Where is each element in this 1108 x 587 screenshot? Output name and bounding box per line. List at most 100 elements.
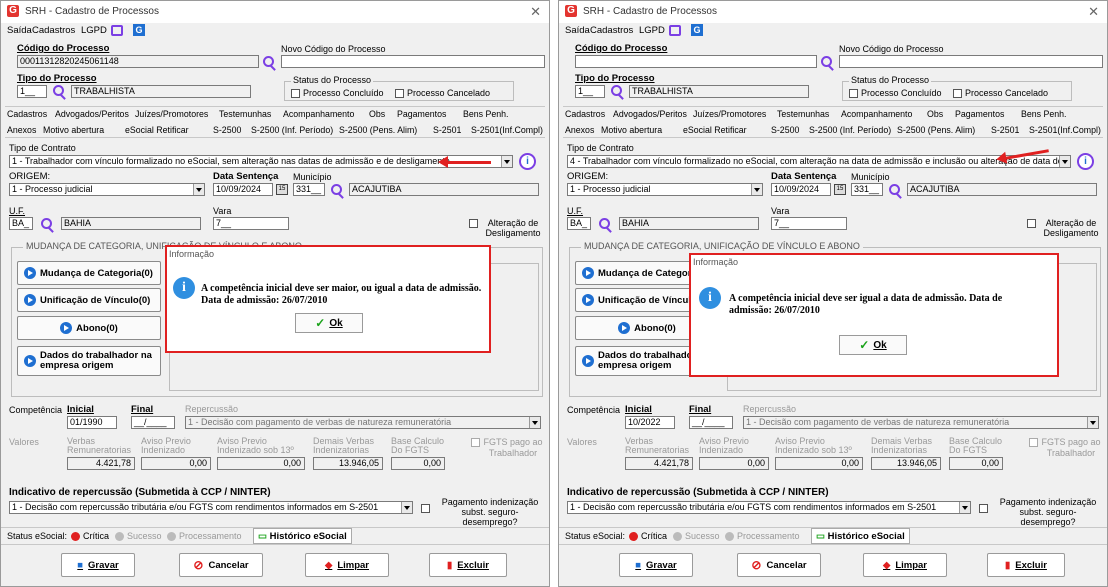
chevron-down-icon[interactable] xyxy=(193,184,204,195)
tab-esocial-retificar[interactable]: eSocial Retificar xyxy=(683,125,747,135)
menu-saida[interactable]: Saída xyxy=(565,25,590,36)
limpar-button[interactable]: ◆ Limpar xyxy=(305,553,389,577)
data-sentenca-field[interactable]: 10/09/2024 xyxy=(213,183,273,196)
origem-select[interactable]: 1 - Processo judicial xyxy=(9,183,205,196)
repercussao-select[interactable]: 1 - Decisão com pagamento de verbas de n… xyxy=(743,416,1099,429)
tab-s2501-compl[interactable]: S-2501(Inf.Compl) xyxy=(1029,125,1101,135)
alteracao-desligamento-checkbox[interactable] xyxy=(1027,219,1036,228)
tab-s2500-periodo[interactable]: S-2500 (Inf. Período) xyxy=(251,125,333,135)
processo-cancelado-checkbox[interactable] xyxy=(395,89,404,98)
tab-s2500[interactable]: S-2500 xyxy=(771,125,799,135)
tab-esocial-retificar[interactable]: eSocial Retificar xyxy=(125,125,189,135)
tab-juizes[interactable]: Juízes/Promotores xyxy=(135,109,208,119)
app-shortcut-icon[interactable]: G xyxy=(133,24,145,36)
tab-pagamentos[interactable]: Pagamentos xyxy=(397,109,446,119)
data-sentenca-field[interactable]: 10/09/2024 xyxy=(771,183,831,196)
cancelar-button[interactable]: ⊘ Cancelar xyxy=(179,553,263,577)
chevron-down-icon[interactable] xyxy=(1059,156,1070,167)
search-icon[interactable] xyxy=(263,56,274,67)
fgts-pago-checkbox[interactable] xyxy=(471,438,480,447)
tab-testemunhas[interactable]: Testemunhas xyxy=(219,109,271,119)
search-icon[interactable] xyxy=(53,85,64,96)
chevron-down-icon[interactable] xyxy=(1087,417,1098,428)
info-icon[interactable]: i xyxy=(1077,153,1094,170)
tab-juizes[interactable]: Juízes/Promotores xyxy=(693,109,766,119)
search-icon[interactable] xyxy=(599,218,610,229)
search-icon[interactable] xyxy=(331,184,342,195)
tab-s2500[interactable]: S-2500 xyxy=(213,125,241,135)
info-icon[interactable]: i xyxy=(519,153,536,170)
pagamento-indenizacao-checkbox[interactable] xyxy=(979,504,988,513)
search-icon[interactable] xyxy=(611,85,622,96)
tab-acompanhamento[interactable]: Acompanhamento xyxy=(841,109,912,119)
close-button[interactable]: ✕ xyxy=(530,4,541,20)
competencia-final-field[interactable]: __/____ xyxy=(131,416,175,429)
vara-field[interactable]: 7__ xyxy=(213,217,289,230)
processo-concluido-checkbox[interactable] xyxy=(291,89,300,98)
monitor-icon[interactable] xyxy=(111,25,123,36)
tab-obs[interactable]: Obs xyxy=(927,109,943,119)
tab-s2500-pens[interactable]: S-2500 (Pens. Alim) xyxy=(339,125,417,135)
search-icon[interactable] xyxy=(41,218,52,229)
tab-anexos[interactable]: Anexos xyxy=(565,125,594,135)
competencia-inicial-field[interactable]: 01/1990 xyxy=(67,416,117,429)
search-icon[interactable] xyxy=(821,56,832,67)
vara-field[interactable]: 7__ xyxy=(771,217,847,230)
mudanca-categoria-button[interactable]: Mudança de Categoria(0) xyxy=(17,261,161,285)
indicativo-select[interactable]: 1 - Decisão com repercussão tributária e… xyxy=(9,501,413,514)
chevron-down-icon[interactable] xyxy=(501,156,512,167)
calendar-icon[interactable]: 15 xyxy=(834,184,846,195)
chevron-down-icon[interactable] xyxy=(751,184,762,195)
tab-motivo-abertura[interactable]: Motivo abertura xyxy=(43,125,104,135)
menu-saida[interactable]: Saída xyxy=(7,25,32,36)
tab-s2500-pens[interactable]: S-2500 (Pens. Alim) xyxy=(897,125,975,135)
tab-testemunhas[interactable]: Testemunhas xyxy=(777,109,829,119)
historico-esocial-button[interactable]: ▭ Histórico eSocial xyxy=(811,528,910,544)
tipo-processo-code[interactable]: 1__ xyxy=(17,85,47,98)
chevron-down-icon[interactable] xyxy=(529,417,540,428)
cancelar-button[interactable]: ⊘ Cancelar xyxy=(737,553,821,577)
municipio-code[interactable]: 331__ xyxy=(851,183,883,196)
competencia-final-field[interactable]: __/____ xyxy=(689,416,733,429)
tab-anexos[interactable]: Anexos xyxy=(7,125,36,135)
app-shortcut-icon[interactable]: G xyxy=(691,24,703,36)
tab-cadastros[interactable]: Cadastros xyxy=(7,109,47,119)
novo-codigo-field[interactable] xyxy=(839,55,1103,68)
historico-esocial-button[interactable]: ▭ Histórico eSocial xyxy=(253,528,352,544)
novo-codigo-field[interactable] xyxy=(281,55,545,68)
close-button[interactable]: ✕ xyxy=(1088,4,1099,20)
tab-bens-penh[interactable]: Bens Penh. xyxy=(463,109,508,119)
gravar-button[interactable]: ■ Gravar xyxy=(619,553,693,577)
tab-bens-penh[interactable]: Bens Penh. xyxy=(1021,109,1066,119)
tab-obs[interactable]: Obs xyxy=(369,109,385,119)
fgts-pago-checkbox[interactable] xyxy=(1029,438,1038,447)
tipo-processo-code[interactable]: 1__ xyxy=(575,85,605,98)
excluir-button[interactable]: ▮ Excluir xyxy=(987,553,1065,577)
tab-advogados[interactable]: Advogados/Peritos xyxy=(55,109,129,119)
tab-cadastros[interactable]: Cadastros xyxy=(565,109,605,119)
processo-cancelado-checkbox[interactable] xyxy=(953,89,962,98)
uf-code[interactable]: BA_ xyxy=(9,217,33,230)
repercussao-select[interactable]: 1 - Decisão com pagamento de verbas de n… xyxy=(185,416,541,429)
monitor-icon[interactable] xyxy=(669,25,681,36)
tab-advogados[interactable]: Advogados/Peritos xyxy=(613,109,687,119)
dados-trabalhador-button[interactable]: Dados do trabalhador na empresa origem xyxy=(17,346,161,376)
tab-s2501[interactable]: S-2501 xyxy=(991,125,1019,135)
indicativo-select[interactable]: 1 - Decisão com repercussão tributária e… xyxy=(567,501,971,514)
chevron-down-icon[interactable] xyxy=(959,502,970,513)
chevron-down-icon[interactable] xyxy=(401,502,412,513)
ok-button[interactable]: ✓ Ok xyxy=(839,335,907,355)
unificacao-vinculo-button[interactable]: Unificação de Vínculo(0) xyxy=(17,288,161,312)
abono-button[interactable]: Abono(0) xyxy=(17,316,161,340)
menu-lgpd[interactable]: LGPD xyxy=(81,25,107,36)
codigo-processo-field[interactable]: 00011312820245061148 xyxy=(17,55,259,68)
gravar-button[interactable]: ■ Gravar xyxy=(61,553,135,577)
competencia-inicial-field[interactable]: 10/2022 xyxy=(625,416,675,429)
calendar-icon[interactable]: 15 xyxy=(276,184,288,195)
tab-acompanhamento[interactable]: Acompanhamento xyxy=(283,109,354,119)
codigo-processo-field[interactable] xyxy=(575,55,817,68)
origem-select[interactable]: 1 - Processo judicial xyxy=(567,183,763,196)
excluir-button[interactable]: ▮ Excluir xyxy=(429,553,507,577)
pagamento-indenizacao-checkbox[interactable] xyxy=(421,504,430,513)
menu-cadastros[interactable]: Cadastros xyxy=(32,25,75,36)
